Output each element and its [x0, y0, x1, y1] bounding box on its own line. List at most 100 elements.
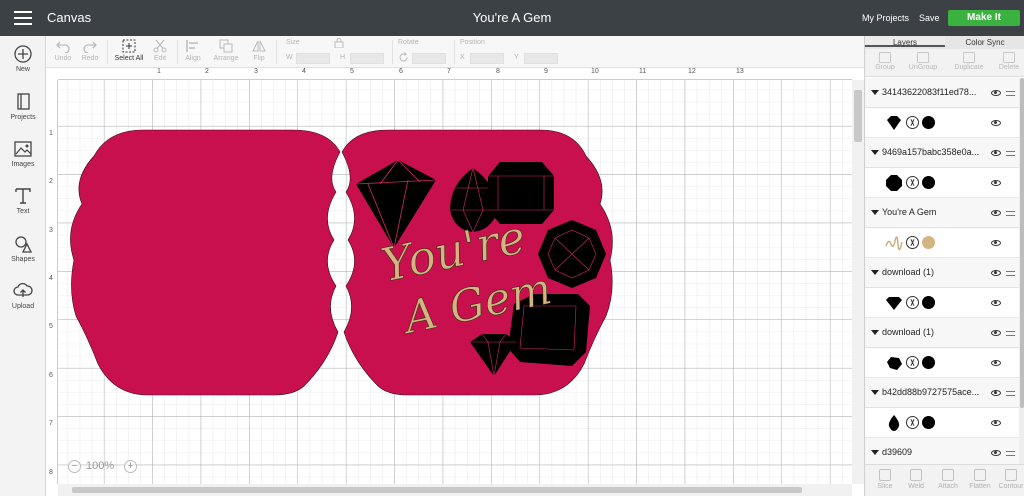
layer-item[interactable] — [865, 168, 1019, 198]
chevron-down-icon[interactable] — [871, 450, 879, 455]
ungroup-button[interactable]: UnGroup — [903, 52, 943, 71]
layer-group[interactable]: download (1) — [865, 258, 1019, 288]
ruler-mark: 12 — [688, 68, 696, 75]
images-tool[interactable]: Images — [0, 139, 46, 168]
canvas-vertical-scrollbar[interactable] — [852, 80, 864, 484]
save-button[interactable]: Save — [919, 13, 940, 23]
y-input[interactable] — [524, 53, 558, 64]
ruler-mark: 11 — [639, 68, 647, 75]
drag-handle-icon[interactable] — [1006, 331, 1015, 336]
undo-button[interactable]: Undo — [52, 39, 74, 62]
eye-icon[interactable] — [991, 330, 1001, 336]
redo-button[interactable]: Redo — [79, 39, 101, 62]
duplicate-button[interactable]: Duplicate — [949, 52, 989, 71]
menu-hamburger-icon[interactable] — [14, 11, 32, 25]
canvas-grid[interactable]: You're A Gem — [58, 80, 852, 484]
eye-icon[interactable] — [991, 120, 1001, 126]
drag-handle-icon[interactable] — [1006, 451, 1015, 456]
eye-icon[interactable] — [991, 300, 1001, 306]
eye-icon[interactable] — [991, 450, 1001, 456]
contour-button[interactable]: Contour — [995, 469, 1024, 490]
color-swatch[interactable] — [922, 356, 935, 369]
zoom-in-button[interactable]: + — [124, 460, 137, 473]
attach-button[interactable]: Attach — [932, 469, 964, 490]
cut-operation-icon[interactable] — [906, 236, 919, 249]
chevron-down-icon[interactable] — [871, 150, 879, 155]
eye-icon[interactable] — [991, 180, 1001, 186]
layer-group[interactable]: b42dd88b9727575ace... — [865, 378, 1019, 408]
color-swatch[interactable] — [922, 176, 935, 189]
eye-icon[interactable] — [991, 360, 1001, 366]
chevron-down-icon[interactable] — [871, 210, 879, 215]
layer-group[interactable]: download (1) — [865, 318, 1019, 348]
group-button[interactable]: Group — [865, 52, 905, 71]
document-title[interactable]: You're A Gem — [473, 10, 552, 25]
color-swatch[interactable] — [922, 236, 935, 249]
cut-operation-icon[interactable] — [906, 116, 919, 129]
drag-handle-icon[interactable] — [1006, 91, 1015, 96]
arrange-button[interactable]: Arrange — [209, 39, 243, 62]
projects-tool[interactable]: Projects — [0, 92, 46, 121]
cut-operation-icon[interactable] — [906, 356, 919, 369]
layer-item[interactable] — [865, 228, 1019, 258]
layer-group[interactable]: d39609 — [865, 438, 1019, 464]
layer-group[interactable]: 9469a157babc358e0a... — [865, 138, 1019, 168]
layers-scrollbar[interactable] — [1019, 78, 1024, 464]
shapes-tool[interactable]: Shapes — [0, 234, 46, 263]
cut-operation-icon[interactable] — [906, 176, 919, 189]
drag-handle-icon[interactable] — [1006, 211, 1015, 216]
color-swatch[interactable] — [922, 116, 935, 129]
canvas-horizontal-scrollbar[interactable] — [58, 484, 852, 496]
color-swatch[interactable] — [922, 296, 935, 309]
layer-item[interactable] — [865, 408, 1019, 438]
height-input[interactable] — [350, 53, 384, 64]
chevron-down-icon[interactable] — [871, 390, 879, 395]
rotate-input[interactable] — [412, 53, 446, 64]
scroll-thumb[interactable] — [1020, 78, 1024, 408]
cut-operation-icon[interactable] — [906, 416, 919, 429]
eye-icon[interactable] — [991, 390, 1001, 396]
scroll-thumb[interactable] — [72, 487, 802, 493]
layer-item[interactable] — [865, 348, 1019, 378]
cut-operation-icon[interactable] — [906, 296, 919, 309]
eye-icon[interactable] — [991, 240, 1001, 246]
new-tool[interactable]: New — [0, 44, 46, 73]
width-input[interactable] — [296, 53, 330, 64]
text-tool[interactable]: Text — [0, 186, 46, 215]
chevron-down-icon[interactable] — [871, 330, 879, 335]
layer-item[interactable] — [865, 288, 1019, 318]
make-it-button[interactable]: Make It — [948, 10, 1020, 26]
my-projects-link[interactable]: My Projects — [862, 13, 909, 23]
card-left-panel[interactable] — [70, 129, 341, 396]
eye-icon[interactable] — [991, 420, 1001, 426]
drag-handle-icon[interactable] — [1006, 271, 1015, 276]
slice-button[interactable]: Slice — [869, 469, 901, 490]
eye-icon[interactable] — [991, 270, 1001, 276]
delete-button[interactable]: Delete — [989, 52, 1024, 71]
chevron-down-icon[interactable] — [871, 90, 879, 95]
align-button[interactable]: Align — [181, 39, 205, 62]
scroll-thumb[interactable] — [854, 90, 862, 142]
eye-icon[interactable] — [991, 90, 1001, 96]
edit-button[interactable]: Edit — [149, 39, 171, 62]
flip-button[interactable]: Flip — [248, 39, 270, 62]
eye-icon[interactable] — [991, 210, 1001, 216]
upload-tool[interactable]: Upload — [0, 281, 46, 310]
layer-item[interactable] — [865, 108, 1019, 138]
design-canvas[interactable]: 1 2 3 4 5 6 7 8 9 10 11 12 13 1 2 3 4 5 … — [46, 68, 864, 496]
tab-color-sync[interactable]: Color Sync — [945, 38, 1024, 47]
tab-layers[interactable]: Layers — [865, 36, 945, 47]
lock-icon[interactable] — [332, 38, 346, 48]
select-all-button[interactable]: Select All — [112, 39, 146, 62]
chevron-down-icon[interactable] — [871, 270, 879, 275]
flatten-button[interactable]: Flatten — [964, 469, 996, 490]
zoom-out-button[interactable]: − — [68, 460, 81, 473]
drag-handle-icon[interactable] — [1006, 391, 1015, 396]
color-swatch[interactable] — [922, 416, 935, 429]
layer-group[interactable]: 34143622083f11ed78... — [865, 78, 1019, 108]
x-input[interactable] — [470, 53, 504, 64]
weld-button[interactable]: Weld — [900, 469, 932, 490]
drag-handle-icon[interactable] — [1006, 151, 1015, 156]
eye-icon[interactable] — [991, 150, 1001, 156]
layer-group[interactable]: You're A Gem — [865, 198, 1019, 228]
